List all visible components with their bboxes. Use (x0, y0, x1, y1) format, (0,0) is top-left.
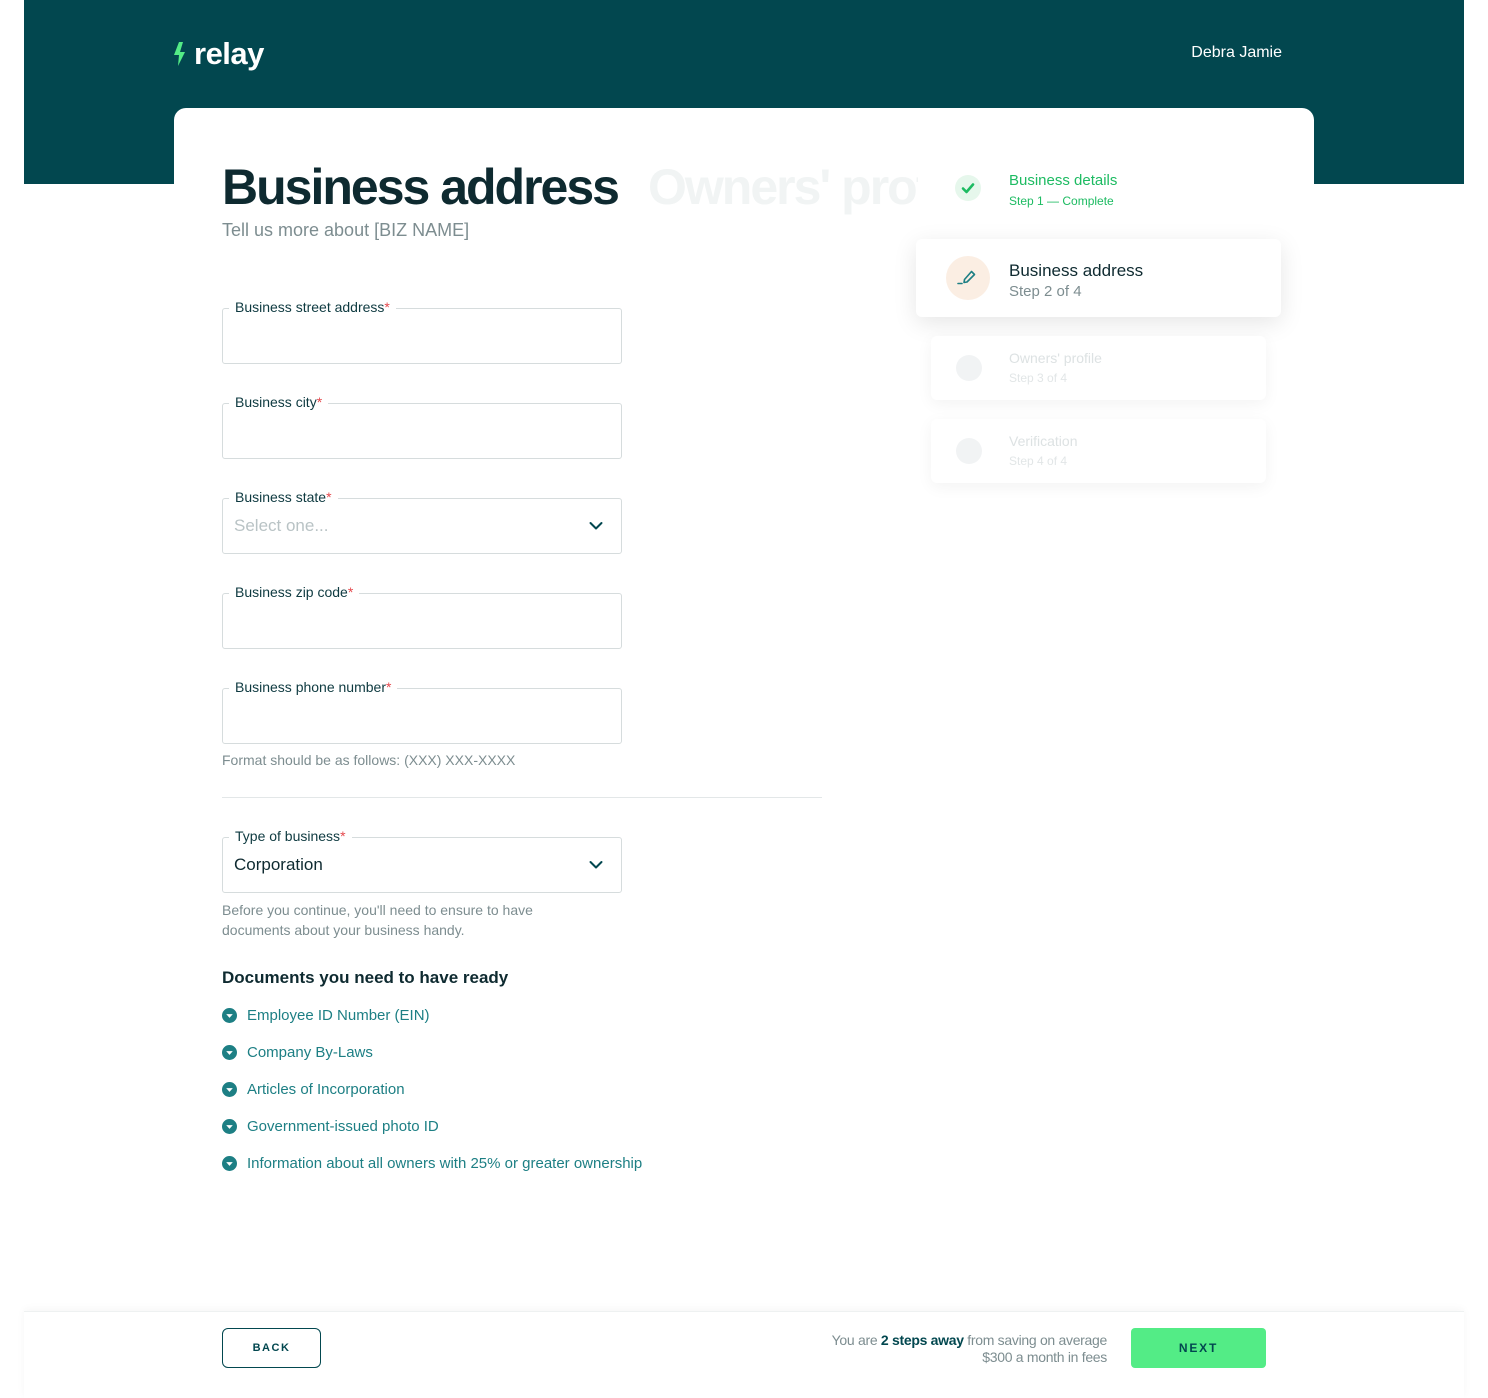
page-title: Business address (222, 159, 620, 215)
document-item-label: Information about all owners with 25% or… (247, 1155, 643, 1172)
chevron-circle-icon (222, 1119, 237, 1134)
check-icon (955, 175, 981, 201)
state-label: Business state* (229, 489, 338, 505)
document-item-label: Government-issued photo ID (247, 1118, 439, 1135)
bolt-icon (174, 42, 185, 66)
document-item[interactable]: Articles of Incorporation (222, 1081, 405, 1098)
city-field[interactable]: Business city* (222, 394, 622, 459)
chevron-down-icon (589, 522, 603, 530)
section-divider (222, 797, 822, 798)
zip-code-field[interactable]: Business zip code* (222, 584, 622, 649)
chevron-circle-icon (222, 1156, 237, 1171)
document-item[interactable]: Information about all owners with 25% or… (222, 1155, 642, 1172)
savings-message: You are 2 steps away from saving on aver… (831, 1332, 1108, 1365)
step-subtitle: Step 3 of 4 (1009, 371, 1068, 385)
step-subtitle: Step 2 of 4 (1009, 283, 1082, 300)
next-page-title-ghost: Owners' profile (648, 159, 918, 215)
document-item-label: Employee ID Number (EIN) (247, 1007, 430, 1024)
step-title: Verification (1009, 433, 1078, 449)
city-label: Business city* (229, 394, 329, 410)
documents-heading: Documents you need to have ready (222, 968, 509, 987)
logo-text: relay (194, 36, 264, 71)
chevron-down-icon (589, 861, 603, 869)
step-circle-icon (956, 438, 982, 464)
chevron-circle-icon (222, 1008, 237, 1023)
business-type-select[interactable]: Type of business* Corporation (222, 828, 622, 893)
step-business-address[interactable]: Business address Step 2 of 4 (916, 239, 1281, 317)
document-item-label: Articles of Incorporation (247, 1081, 405, 1098)
back-button[interactable]: BACK (222, 1328, 321, 1368)
step-subtitle: Step 4 of 4 (1009, 454, 1068, 468)
street-address-label: Business street address* (229, 299, 396, 315)
step-title: Business address (1009, 261, 1144, 280)
street-address-field[interactable]: Business street address* (222, 299, 622, 364)
phone-number-field[interactable]: Business phone number* (222, 679, 622, 744)
steps-away-highlight: 2 steps away (880, 1332, 964, 1348)
user-menu[interactable]: Debra Jamie (1191, 44, 1282, 62)
zip-code-label: Business zip code* (229, 584, 360, 600)
footer-bar: BACK You are 2 steps away from saving on… (24, 1311, 1464, 1398)
phone-number-label: Business phone number* (229, 679, 398, 695)
document-item[interactable]: Employee ID Number (EIN) (222, 1007, 430, 1024)
document-item[interactable]: Company By-Laws (222, 1044, 373, 1061)
step-verification[interactable]: Verification Step 4 of 4 (931, 419, 1266, 483)
chevron-circle-icon (222, 1082, 237, 1097)
next-button[interactable]: NEXT (1131, 1328, 1266, 1368)
relay-logo[interactable]: relay (174, 36, 264, 72)
business-type-value: Corporation (234, 855, 323, 874)
step-subtitle: Step 1 — Complete (1009, 194, 1114, 208)
page-subtitle: Tell us more about [BIZ NAME] (222, 220, 470, 240)
pencil-icon (946, 256, 990, 300)
business-type-label: Type of business* (229, 828, 352, 844)
state-placeholder: Select one... (234, 516, 329, 535)
step-title: Owners' profile (1009, 350, 1102, 366)
document-item[interactable]: Government-issued photo ID (222, 1118, 439, 1135)
step-circle-icon (956, 355, 982, 381)
chevron-circle-icon (222, 1045, 237, 1060)
step-owners-profile[interactable]: Owners' profile Step 3 of 4 (931, 336, 1266, 400)
business-type-hint: Before you continue, you'll need to ensu… (222, 902, 533, 938)
phone-format-hint: Format should be as follows: (XXX) XXX-X… (222, 752, 516, 768)
state-select[interactable]: Business state* Select one... (222, 489, 622, 554)
document-item-label: Company By-Laws (247, 1044, 373, 1061)
step-title: Business details (1009, 172, 1118, 189)
